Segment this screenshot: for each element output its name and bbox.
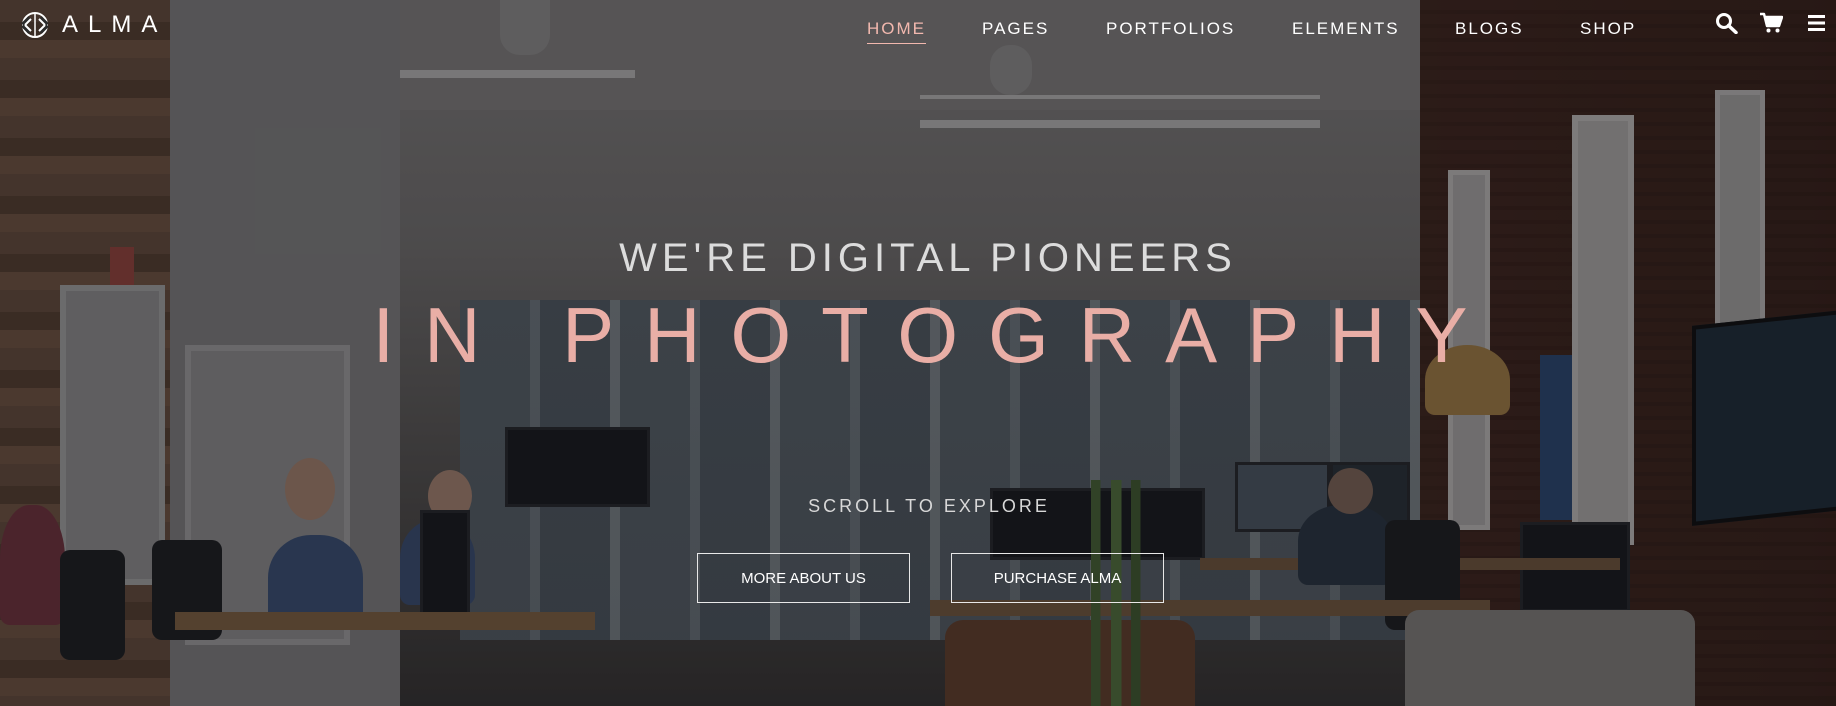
nav-item-portfolios[interactable]: PORTFOLIOS: [1106, 19, 1235, 39]
nav-item-blogs[interactable]: BLOGS: [1455, 19, 1524, 39]
logo[interactable]: ALMA: [20, 10, 167, 40]
more-about-us-button[interactable]: MORE ABOUT US: [697, 553, 910, 603]
brand-name: ALMA: [62, 11, 168, 38]
scroll-prompt[interactable]: SCROLL TO EXPLORE: [0, 496, 1836, 517]
purchase-alma-button[interactable]: PURCHASE ALMA: [951, 553, 1164, 603]
hero-subtitle: WE'RE DIGITAL PIONEERS: [619, 236, 1237, 280]
hero-title: IN PHOTOGRAPHY: [372, 291, 1498, 379]
nav-item-elements[interactable]: ELEMENTS: [1292, 19, 1400, 39]
nav-item-home[interactable]: HOME: [867, 19, 926, 44]
nav-item-shop[interactable]: SHOP: [1580, 19, 1636, 39]
alma-logo-icon: [21, 12, 49, 38]
nav-item-pages[interactable]: PAGES: [982, 19, 1049, 39]
menu-icon[interactable]: [1805, 12, 1829, 34]
search-icon[interactable]: [1715, 12, 1739, 34]
cart-icon[interactable]: [1759, 12, 1783, 34]
